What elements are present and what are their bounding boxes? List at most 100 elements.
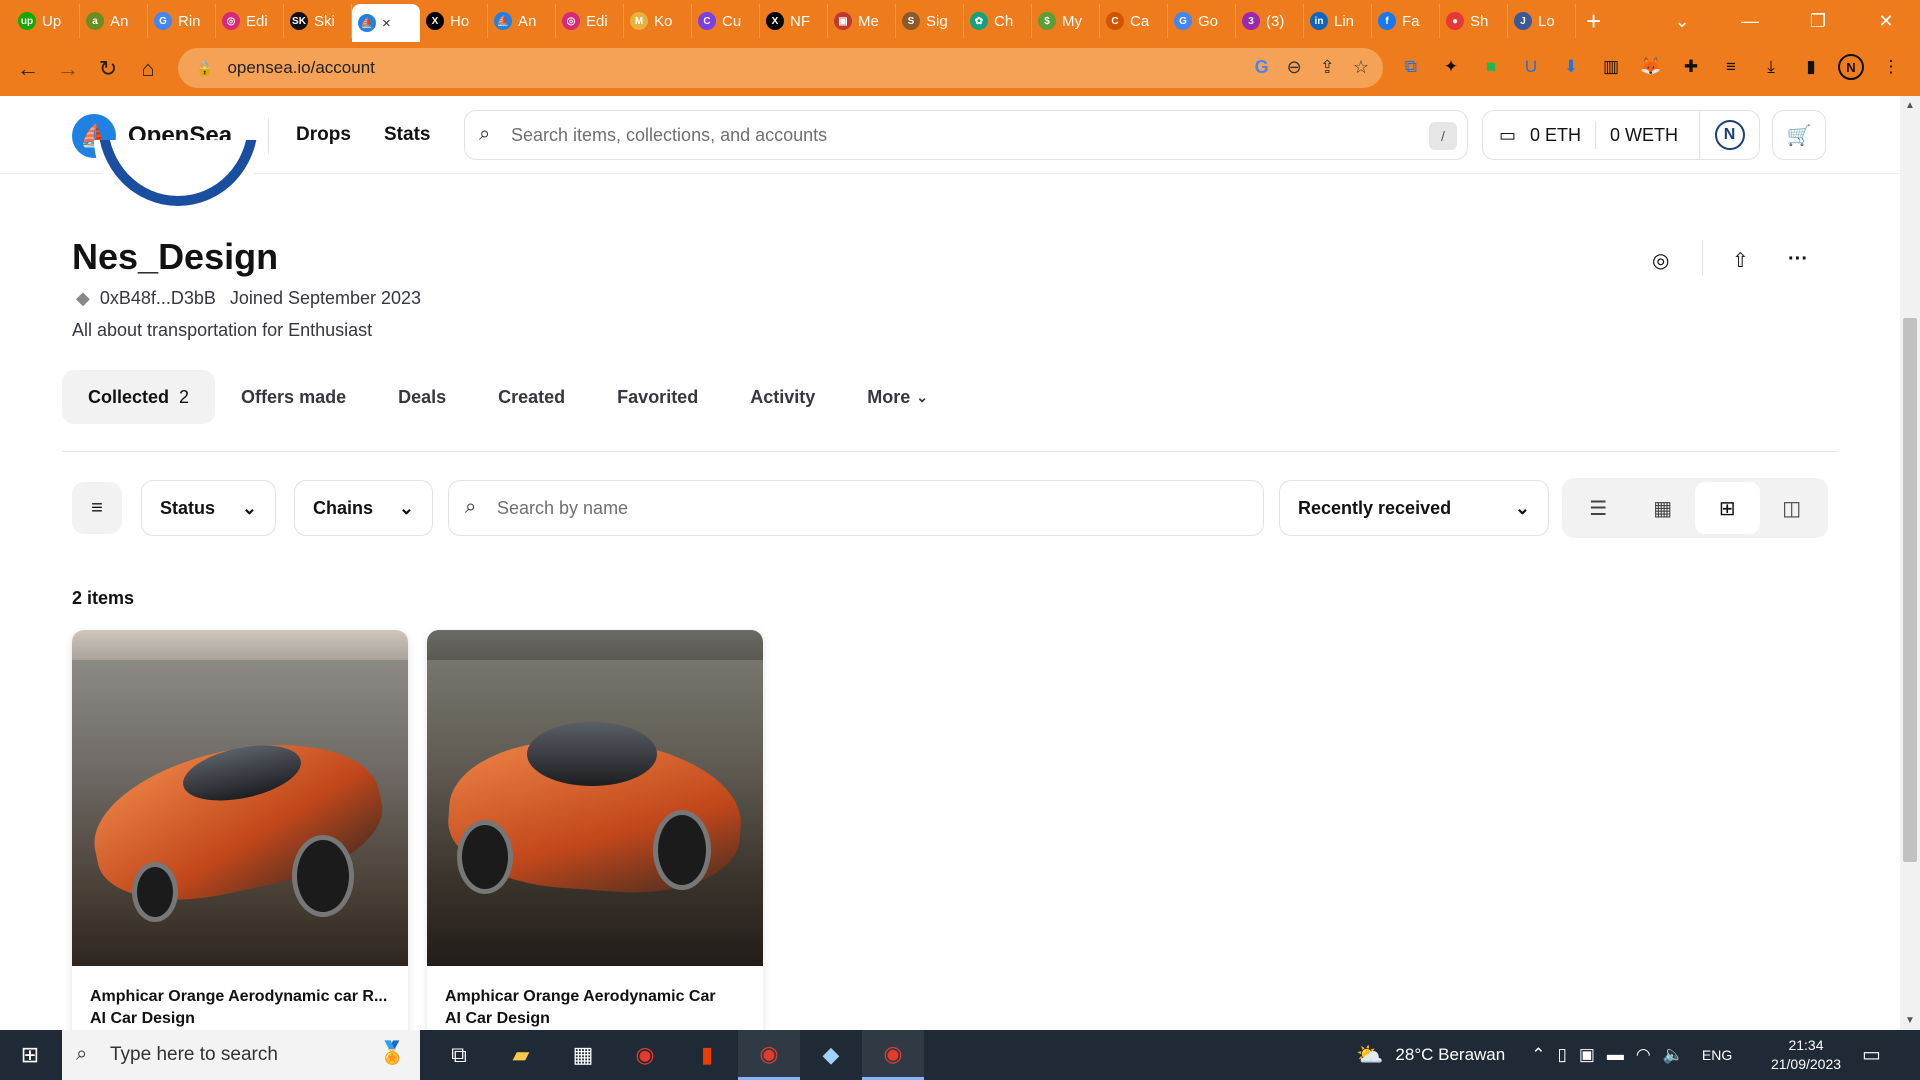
weather-icon[interactable]: ⛅ bbox=[1356, 1042, 1383, 1068]
address-bar[interactable]: 🔒 opensea.io/account G ⊖ ⇪ ☆ bbox=[178, 48, 1383, 88]
browser-tab[interactable]: a An bbox=[80, 4, 148, 38]
browser-tab[interactable]: ● Sh bbox=[1440, 4, 1508, 38]
nav-stats[interactable]: Stats bbox=[384, 124, 430, 146]
share-icon[interactable]: ⇪ bbox=[1320, 57, 1335, 78]
downloads-icon[interactable]: ⤓ bbox=[1758, 54, 1784, 80]
scroll-down-icon[interactable]: ▼ bbox=[1905, 1015, 1915, 1026]
browser-tab[interactable]: $ My bbox=[1032, 4, 1100, 38]
profile-picture[interactable] bbox=[94, 140, 262, 210]
tab-offers-made[interactable]: Offers made bbox=[215, 370, 372, 424]
cart-button[interactable]: 🛒 bbox=[1772, 110, 1826, 160]
language-indicator[interactable]: ENG bbox=[1702, 1047, 1732, 1063]
share-profile-icon[interactable]: ⇧ bbox=[1732, 248, 1749, 273]
browser-tab[interactable]: S Sig bbox=[896, 4, 964, 38]
list-view-icon[interactable]: ☰ bbox=[1566, 482, 1631, 534]
nft-card[interactable]: Amphicar Orange Aerodynamic car R... AI … bbox=[72, 630, 408, 1050]
account-avatar-button[interactable]: N bbox=[1699, 111, 1759, 159]
mosaic-view-icon[interactable]: ◫ bbox=[1760, 482, 1825, 534]
task-view-icon[interactable]: ⧉ bbox=[428, 1030, 490, 1080]
download-extension-icon[interactable]: ⬇ bbox=[1558, 54, 1584, 80]
browser-tab[interactable]: C Ca bbox=[1100, 4, 1168, 38]
tab-search-icon[interactable]: ⌄ bbox=[1648, 11, 1716, 32]
side-panel-icon[interactable]: ▮ bbox=[1798, 54, 1824, 80]
green-extension-icon[interactable]: ■ bbox=[1478, 54, 1504, 80]
browser-tab[interactable]: C Cu bbox=[692, 4, 760, 38]
browser-tab[interactable]: ⛵ × bbox=[352, 4, 420, 42]
browser-tab[interactable]: 3 (3) bbox=[1236, 4, 1304, 38]
browser-tab[interactable]: X Ho bbox=[420, 4, 488, 38]
volume-icon[interactable]: 🔈 bbox=[1663, 1045, 1684, 1065]
close-window-icon[interactable]: ✕ bbox=[1852, 11, 1920, 32]
tab-more[interactable]: More ⌄ bbox=[841, 370, 954, 424]
tab-activity[interactable]: Activity bbox=[724, 370, 841, 424]
chrome-profile-2-icon[interactable]: ◉ bbox=[862, 1030, 924, 1080]
zoom-icon[interactable]: ⊖ bbox=[1287, 57, 1302, 78]
chrome-icon[interactable]: ◉ bbox=[614, 1030, 676, 1080]
wifi-icon[interactable]: ◠ bbox=[1636, 1045, 1651, 1065]
nft-collection[interactable]: AI Car Design bbox=[427, 1006, 763, 1028]
status-dropdown[interactable]: Status ⌄ bbox=[141, 480, 276, 536]
tab-favorited[interactable]: Favorited bbox=[591, 370, 724, 424]
taskbar-search-input[interactable]: ⌕ Type here to search 🏅 bbox=[62, 1030, 420, 1080]
restore-icon[interactable]: ❐ bbox=[1784, 11, 1852, 32]
google-icon[interactable]: G bbox=[1255, 57, 1269, 78]
lock-icon[interactable]: 🔒 bbox=[196, 60, 213, 77]
bookmark-star-icon[interactable]: ☆ bbox=[1353, 57, 1369, 78]
home-icon[interactable]: ⌂ bbox=[128, 56, 168, 82]
weather-text[interactable]: 28°C Berawan bbox=[1395, 1045, 1505, 1065]
battery-icon[interactable]: ▬ bbox=[1607, 1045, 1624, 1065]
browser-tab[interactable]: ✿ Ch bbox=[964, 4, 1032, 38]
tab-deals[interactable]: Deals bbox=[372, 370, 472, 424]
back-icon[interactable]: ← bbox=[8, 56, 48, 82]
browser-tab[interactable]: G Go bbox=[1168, 4, 1236, 38]
page-scrollbar[interactable]: ▲ ▼ bbox=[1900, 96, 1920, 1030]
more-options-icon[interactable]: ··· bbox=[1788, 248, 1808, 271]
instagram-icon[interactable]: ◎ bbox=[1652, 248, 1669, 273]
minimize-icon[interactable]: — bbox=[1716, 11, 1784, 32]
reading-list-icon[interactable]: ≡ bbox=[1718, 54, 1744, 80]
browser-tab[interactable]: ▣ Me bbox=[828, 4, 896, 38]
browser-tab[interactable]: G Rin bbox=[148, 4, 216, 38]
browser-tab[interactable]: ⛵ An bbox=[488, 4, 556, 38]
large-grid-view-icon[interactable]: ⊞ bbox=[1695, 482, 1760, 534]
gray-extension-icon[interactable]: ▥ bbox=[1598, 54, 1624, 80]
tab-collected[interactable]: Collected 2 bbox=[62, 370, 216, 424]
extension-icon[interactable]: ✦ bbox=[1438, 54, 1464, 80]
calculator-icon[interactable]: ▦ bbox=[552, 1030, 614, 1080]
windows-start-icon[interactable]: ⊞ bbox=[0, 1030, 60, 1080]
notifications-icon[interactable]: ▭ bbox=[1862, 1042, 1881, 1067]
browser-tab[interactable]: ◎ Edi bbox=[556, 4, 624, 38]
notes-app-icon[interactable]: ◆ bbox=[800, 1030, 862, 1080]
browser-tab[interactable]: ◎ Edi bbox=[216, 4, 284, 38]
u-extension-icon[interactable]: U bbox=[1518, 54, 1544, 80]
browser-tab[interactable]: in Lin bbox=[1304, 4, 1372, 38]
profile-avatar-icon[interactable]: N bbox=[1838, 54, 1864, 80]
show-hidden-icons-icon[interactable]: ⌃ bbox=[1531, 1045, 1545, 1065]
browser-tab[interactable]: M Ko bbox=[624, 4, 692, 38]
file-explorer-icon[interactable]: ▰ bbox=[490, 1030, 552, 1080]
scrollbar-thumb[interactable] bbox=[1903, 318, 1917, 862]
puzzle-extensions-icon[interactable]: ✚ bbox=[1678, 54, 1704, 80]
browser-tab[interactable]: J Lo bbox=[1508, 4, 1576, 38]
browser-tab[interactable]: X NF bbox=[760, 4, 828, 38]
forward-icon[interactable]: → bbox=[48, 56, 88, 82]
meet-now-icon[interactable]: ▣ bbox=[1579, 1045, 1595, 1065]
scroll-up-icon[interactable]: ▲ bbox=[1905, 100, 1915, 111]
browser-tab[interactable]: f Fa bbox=[1372, 4, 1440, 38]
filter-toggle-button[interactable]: ≡ bbox=[72, 482, 122, 534]
taskbar-clock[interactable]: 21:34 21/09/2023 bbox=[1766, 1036, 1846, 1074]
wallet-address[interactable]: 0xB48f...D3bB bbox=[100, 288, 216, 309]
small-grid-view-icon[interactable]: ▦ bbox=[1631, 482, 1696, 534]
browser-tab[interactable]: up Up bbox=[12, 4, 80, 38]
browser-tab[interactable]: SK Ski bbox=[284, 4, 352, 38]
office-icon[interactable]: ▮ bbox=[676, 1030, 738, 1080]
nft-collection[interactable]: AI Car Design bbox=[72, 1006, 408, 1028]
nft-card[interactable]: Amphicar Orange Aerodynamic Car AI Car D… bbox=[427, 630, 763, 1050]
tab-close-icon[interactable]: × bbox=[382, 15, 391, 32]
menu-kebab-icon[interactable]: ⋮ bbox=[1878, 54, 1904, 80]
search-by-name-input[interactable]: ⌕ Search by name bbox=[448, 480, 1264, 536]
device-icon[interactable]: ▯ bbox=[1557, 1045, 1566, 1065]
chains-dropdown[interactable]: Chains ⌄ bbox=[294, 480, 433, 536]
tab-created[interactable]: Created bbox=[472, 370, 591, 424]
nav-drops[interactable]: Drops bbox=[296, 124, 351, 146]
